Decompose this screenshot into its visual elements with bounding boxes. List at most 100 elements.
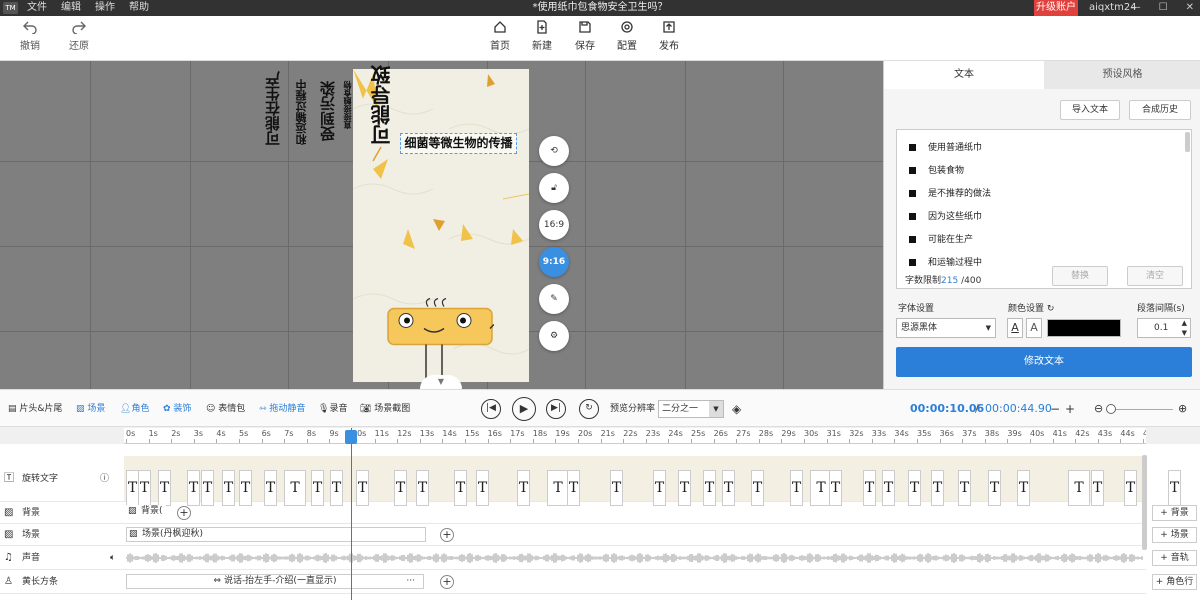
new-button[interactable]: 新建 [522,20,562,52]
text-clip[interactable]: T [138,470,151,506]
spacing-input[interactable]: 0.1 ▲ ▼ [1137,318,1191,338]
color-swatch[interactable] [1047,319,1121,337]
text-clip[interactable]: T [1068,470,1090,506]
record-button[interactable]: 🎙︎录音 [318,390,347,428]
text-clip[interactable]: T [547,470,569,506]
list-item[interactable]: 包装食物 [909,163,964,176]
font-color-button[interactable]: A [1007,318,1023,338]
refresh-icon[interactable]: ↻ [1047,304,1055,314]
menu-edit[interactable]: 编辑 [61,0,81,16]
text-clip[interactable]: T [416,470,429,506]
layers-icon[interactable]: ◈ [732,390,741,428]
text-clip[interactable]: T [517,470,530,506]
text-clip[interactable]: T [829,470,842,506]
username[interactable]: aiqxtm24 [1089,0,1137,16]
add-background-clip-button[interactable]: + [177,506,191,520]
text-clip[interactable]: T [284,470,306,506]
text-clip[interactable]: T [454,470,467,506]
add-role-clip-button[interactable]: + [440,575,454,589]
playhead[interactable] [351,428,352,600]
close-icon[interactable]: ✕ [1186,0,1194,16]
sync-button[interactable]: ⟲ [539,136,569,166]
canvas-text-1[interactable]: 可能在生产 [262,71,283,146]
home-button[interactable]: 首页 [480,20,520,52]
help-icon[interactable]: ⓘ [100,456,109,502]
text-clip[interactable]: T [264,470,277,506]
zoom-out-icon[interactable]: ⊖ [1094,390,1103,428]
zoom-slider-handle[interactable] [1106,404,1116,414]
list-item[interactable]: 可能在生产 [909,232,973,245]
text-clip[interactable]: T [394,470,407,506]
more-icon[interactable]: ··· [406,575,415,588]
text-clip[interactable]: T [751,470,764,506]
volume-icon[interactable]: 🔈︎ [110,546,115,570]
replay-button[interactable]: ↻ [579,399,599,419]
replace-button[interactable]: 替换 [1052,266,1108,286]
scene-button[interactable]: ▨ 场景 [76,390,105,428]
text-clip[interactable]: T [311,470,324,506]
canvas-text-5[interactable]: 可能导致 [367,65,396,145]
list-item[interactable]: 是不推荐的做法 [909,186,991,199]
import-text-button[interactable]: 导入文本 [1060,100,1120,120]
add-background-button[interactable]: + 背景 [1152,505,1197,521]
text-clip[interactable]: T [476,470,489,506]
text-clip[interactable]: T [863,470,876,506]
text-clip[interactable]: T [908,470,921,506]
text-clip[interactable]: T [722,470,735,506]
minimize-icon[interactable]: — [1131,0,1141,16]
emoji-button[interactable]: ☺ 表情包 [206,390,245,428]
audio-track[interactable] [124,546,1146,570]
prev-button[interactable]: |◀ [481,399,501,419]
text-clip[interactable]: T [882,470,895,506]
decor-button[interactable]: ✿ 装饰 [163,390,191,428]
menu-operate[interactable]: 操作 [95,0,115,16]
text-clip[interactable]: T [703,470,716,506]
canvas-text-2[interactable]: 和运输过程中 [294,79,310,145]
zoom-in-icon[interactable]: ⊕ [1178,390,1187,428]
undo-button[interactable]: 撤销 [10,20,50,52]
playhead-handle[interactable] [345,430,357,444]
time-ruler[interactable]: 0s 1s 2s 3s 4s 5s 6s 7s 8s 9s 10s 11s 12s 13s 14s 15s 16… [124,428,1146,444]
save-button[interactable]: 保存 [565,20,605,52]
text-clip[interactable]: T [187,470,200,506]
text-track[interactable]: TTTTTTTTTTTTTTTTTTTTTTTTTTTTTTTTTTTTTTTT [124,456,1181,506]
text-list-scrollbar[interactable] [1185,132,1190,152]
character-button[interactable]: 👤︎角色 [120,390,149,428]
edit-button[interactable]: ✎ [539,284,569,314]
menu-help[interactable]: 帮助 [129,0,149,16]
text-clip[interactable]: T [158,470,171,506]
preview-resolution-select[interactable]: 二分之一 ▼ [658,400,724,418]
intro-outro-button[interactable]: ▤ 片头&片尾 [8,390,62,428]
text-clip[interactable]: T [1168,470,1181,506]
maximize-icon[interactable]: ☐ [1159,0,1168,16]
stepper-arrows-icon[interactable]: ▲ ▼ [1182,318,1187,338]
tracks-scrollbar[interactable] [1142,455,1147,550]
redo-button[interactable]: 还原 [59,20,99,52]
list-item[interactable]: 使用普通纸巾 [909,140,982,153]
background-track[interactable]: ▨ 背景( + [124,502,1146,524]
upgrade-account-button[interactable]: 升级账户 [1034,0,1078,16]
role-track[interactable]: ⇔ 说话-抬左手-介绍(一直显示) ··· + [124,570,1146,594]
ratio-9-16-button[interactable]: 9:16 [539,247,569,277]
character-yellow-bar[interactable] [386,269,494,384]
text-clip[interactable]: T [330,470,343,506]
menu-file[interactable]: 文件 [27,0,47,16]
tab-preset-style[interactable]: 预设风格 [1044,61,1200,89]
list-item[interactable]: 和运输过程中 [909,255,982,268]
text-clip[interactable]: T [610,470,623,506]
text-clip[interactable]: T [790,470,803,506]
text-clip[interactable]: T [567,470,580,506]
text-clip[interactable]: T [1017,470,1030,506]
publish-button[interactable]: 发布 [649,20,689,52]
caption-text-box[interactable]: 细菌等微生物的传播 [400,133,517,154]
ratio-16-9-button[interactable]: 16:9 [539,210,569,240]
collapse-handle[interactable]: ▼ [420,375,462,389]
drag-silence-button[interactable]: ⇿ 拖动静音 [259,390,305,428]
scene-capture-button[interactable]: 📷︎ 场景截图 [360,390,410,428]
config-button[interactable]: 配置 [607,20,647,52]
modify-text-button[interactable]: 修改文本 [896,347,1192,377]
clear-button[interactable]: 清空 [1127,266,1183,286]
text-list[interactable]: 使用普通纸巾 包装食物 是不推荐的做法 因为这些纸巾 可能在生产 和运输过程中 … [896,129,1192,289]
font-select[interactable]: 思源黑体 ▼ [896,318,996,338]
canvas-area[interactable]: 可能在生产 和运输过程中 受到污染 直接接触食物 可能导致 细菌等微生物的传播 … [0,61,883,389]
